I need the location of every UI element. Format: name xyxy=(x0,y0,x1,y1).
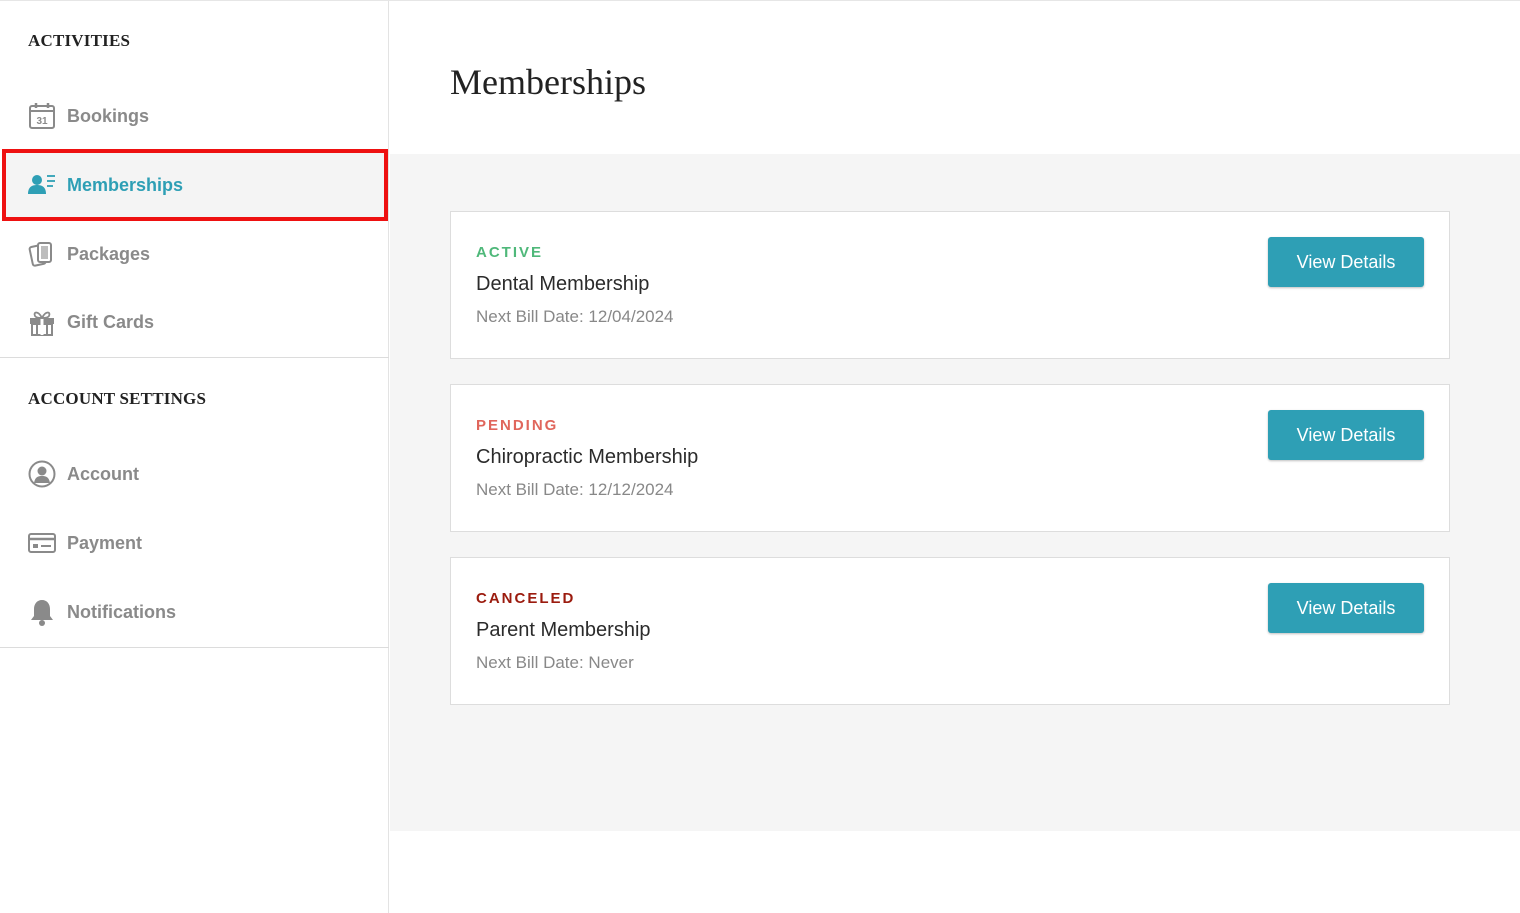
calendar-day-text: 31 xyxy=(36,116,48,127)
status-badge: ACTIVE xyxy=(476,244,544,261)
view-details-button[interactable]: View Details xyxy=(1268,410,1424,460)
membership-card: ACTIVE Dental Membership Next Bill Date:… xyxy=(450,211,1450,359)
sidebar-item-bookings[interactable]: 31 Bookings xyxy=(4,82,386,150)
sidebar-item-packages[interactable]: Packages xyxy=(4,220,386,288)
sidebar-item-label: Payment xyxy=(67,532,143,553)
page-title: Memberships xyxy=(450,62,646,102)
sidebar-item-account[interactable]: Account xyxy=(4,440,386,508)
next-bill-date: Next Bill Date: 12/04/2024 xyxy=(476,307,674,326)
account-settings-section-title: ACCOUNT SETTINGS xyxy=(28,389,207,408)
memberships-list: ACTIVE Dental Membership Next Bill Date:… xyxy=(390,154,1520,831)
bell-icon xyxy=(27,597,57,627)
sidebar-item-label: Packages xyxy=(67,243,151,264)
credit-card-icon xyxy=(27,528,57,558)
view-details-button[interactable]: View Details xyxy=(1268,583,1424,633)
gift-icon xyxy=(27,307,57,337)
next-bill-date: Next Bill Date: 12/12/2024 xyxy=(476,480,674,499)
sidebar-item-memberships[interactable]: Memberships xyxy=(2,149,388,221)
view-details-button[interactable]: View Details xyxy=(1268,237,1424,287)
sidebar-item-label: Memberships xyxy=(67,174,184,195)
membership-name: Parent Membership xyxy=(476,619,651,641)
sidebar-item-gift-cards[interactable]: Gift Cards xyxy=(4,288,386,356)
membership-card: PENDING Chiropractic Membership Next Bil… xyxy=(450,384,1450,532)
status-badge: PENDING xyxy=(476,417,559,434)
membership-card-icon xyxy=(27,170,57,200)
status-badge: CANCELED xyxy=(476,590,576,607)
sidebar: ACTIVITIES 31 Bookings Memberships Packa… xyxy=(0,1,389,913)
sidebar-divider xyxy=(0,647,389,648)
main-content: Memberships ACTIVE Dental Membership Nex… xyxy=(390,1,1520,913)
sidebar-item-label: Notifications xyxy=(67,601,177,622)
next-bill-date: Next Bill Date: Never xyxy=(476,653,634,672)
sidebar-item-payment[interactable]: Payment xyxy=(4,509,386,577)
membership-card: CANCELED Parent Membership Next Bill Dat… xyxy=(450,557,1450,705)
membership-name: Dental Membership xyxy=(476,273,650,295)
packages-icon xyxy=(27,239,57,269)
user-circle-icon xyxy=(27,459,57,489)
activities-section-title: ACTIVITIES xyxy=(28,31,131,50)
membership-name: Chiropractic Membership xyxy=(476,446,699,468)
sidebar-item-label: Bookings xyxy=(67,105,150,126)
sidebar-item-label: Account xyxy=(67,463,139,484)
sidebar-item-label: Gift Cards xyxy=(67,311,155,332)
app-window: ACTIVITIES 31 Bookings Memberships Packa… xyxy=(0,0,1520,913)
sidebar-divider xyxy=(0,357,389,358)
calendar-icon: 31 xyxy=(27,101,57,131)
sidebar-item-notifications[interactable]: Notifications xyxy=(4,578,386,646)
